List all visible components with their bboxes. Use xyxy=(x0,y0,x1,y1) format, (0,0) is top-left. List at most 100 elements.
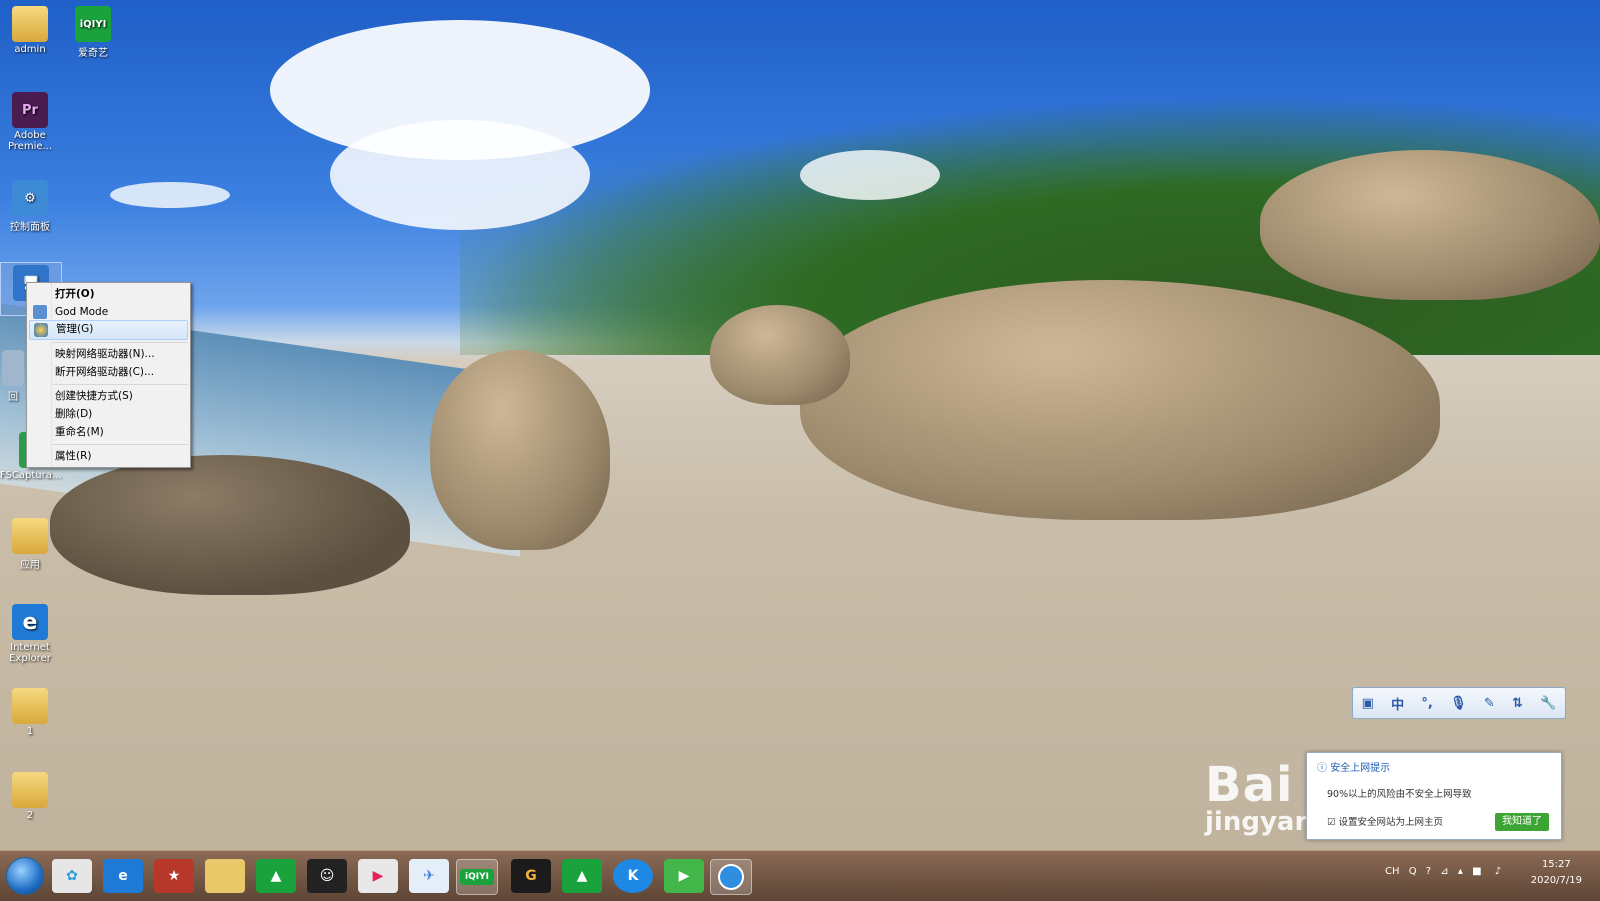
desktop-icon-control-panel[interactable]: ⚙ 控制面板 xyxy=(0,180,60,233)
taskbar-qq-icon[interactable]: ☺ xyxy=(307,859,347,893)
desktop-icon-label: Internet Explorer xyxy=(9,642,51,664)
taskbar-explorer-icon[interactable] xyxy=(205,859,245,893)
tray-volume-icon[interactable]: ♪ xyxy=(1495,866,1501,877)
desktop-icon-apps[interactable]: 应用 xyxy=(0,518,60,571)
ime-mode-toggle[interactable]: 中 xyxy=(1391,694,1404,713)
tray-help-icon[interactable]: ? xyxy=(1426,866,1431,877)
menu-item-create-shortcut[interactable]: 创建快捷方式(S) xyxy=(29,387,188,405)
menu-separator xyxy=(53,342,188,343)
taskbar-youku-icon[interactable]: ▶ xyxy=(358,859,398,893)
wallpaper-rock xyxy=(50,455,410,595)
tray-network-icon[interactable]: ⊿ xyxy=(1440,866,1448,877)
wallpaper-rock xyxy=(430,350,610,550)
taskbar-sheets-icon[interactable]: ▲ xyxy=(256,859,296,893)
taskbar-clock[interactable]: 15:27 2020/7/19 xyxy=(1531,857,1582,889)
notification-title: ⓘ 安全上网提示 xyxy=(1317,763,1391,774)
menu-item-open[interactable]: 打开(O) xyxy=(29,285,188,303)
taskbar-iqiyi-icon[interactable]: iQIYI xyxy=(456,859,498,895)
menu-item-label: God Mode xyxy=(55,306,109,318)
wallpaper-cloud xyxy=(330,120,590,230)
clock-time: 15:27 xyxy=(1541,859,1571,870)
tray-ime-lang[interactable]: CH xyxy=(1385,866,1400,877)
desktop-icon-label: 1 xyxy=(26,726,34,737)
menu-item-properties[interactable]: 属性(R) xyxy=(29,447,188,465)
desktop-icon-label: 回 xyxy=(8,392,18,403)
security-notification: ⓘ 安全上网提示 90%以上的风险由不安全上网导致 ☑ 设置安全网站为上网主页 … xyxy=(1306,752,1562,840)
tray-security-icon[interactable]: ■ xyxy=(1472,866,1481,877)
desktop-icon-label: FSCaptura... xyxy=(0,470,62,481)
ime-settings-icon[interactable]: 🔧 xyxy=(1540,696,1556,711)
menu-separator xyxy=(53,384,188,385)
notification-title-text: 安全上网提示 xyxy=(1330,763,1391,774)
taskbar-photos-icon[interactable]: ✿ xyxy=(52,859,92,893)
menu-item-label: 删除(D) xyxy=(55,408,93,420)
notification-checkbox-label: 设置安全网站为上网主页 xyxy=(1338,817,1444,828)
desktop-icon-folder-1[interactable]: 1 xyxy=(0,688,60,737)
desktop-icon-label: 控制面板 xyxy=(10,222,50,233)
folder-icon xyxy=(12,688,48,724)
menu-item-map-drive[interactable]: 映射网络驱动器(N)... xyxy=(29,345,188,363)
user-folder-icon xyxy=(12,6,48,42)
desktop-icon-label: admin xyxy=(14,44,46,55)
menu-separator xyxy=(53,444,188,445)
wallpaper-cloud xyxy=(800,150,940,200)
wallpaper-cloud xyxy=(110,182,230,208)
taskbar-feishu-icon[interactable]: ✈ xyxy=(409,859,449,893)
notification-checkbox[interactable]: ☑ 设置安全网站为上网主页 xyxy=(1327,814,1443,828)
menu-item-label: 管理(G) xyxy=(56,323,94,335)
desktop-icon-ie[interactable]: e Internet Explorer xyxy=(0,604,60,664)
desktop-icon-label: 2 xyxy=(26,810,34,821)
desktop-icon-folder-2[interactable]: 2 xyxy=(0,772,60,821)
taskbar: ✿ e ★ ▲ ☺ ▶ ✈ iQIYI G ▲ K ▶ CH Q ? ⊿ ▴ ■… xyxy=(0,850,1600,901)
iqiyi-icon: iQIYI xyxy=(75,6,111,42)
desktop-icon-recycle-bin[interactable]: 回 xyxy=(0,350,26,403)
ime-punctuation-icon[interactable]: °, xyxy=(1421,696,1432,711)
desktop-icon-label: Adobe Premie... xyxy=(7,130,53,152)
menu-item-disconnect-drive[interactable]: 断开网络驱动器(C)... xyxy=(29,363,188,381)
wallpaper-rock xyxy=(1260,150,1600,300)
start-button[interactable] xyxy=(6,857,44,895)
taskbar-ie-icon[interactable]: e xyxy=(103,859,143,893)
ime-handwrite-icon[interactable]: ✎ xyxy=(1484,696,1495,711)
menu-item-label: 重命名(M) xyxy=(55,426,104,438)
folder-icon xyxy=(12,772,48,808)
watermark-brand: Bai xyxy=(1205,757,1294,813)
shield-icon xyxy=(34,323,48,337)
clock-date: 2020/7/19 xyxy=(1530,875,1582,886)
internet-explorer-icon: e xyxy=(12,604,48,640)
notification-message: 90%以上的风险由不安全上网导致 xyxy=(1327,789,1472,800)
menu-item-delete[interactable]: 删除(D) xyxy=(29,405,188,423)
desktop-icon-premiere[interactable]: Pr Adobe Premie... xyxy=(0,92,60,152)
control-panel-icon: ⚙ xyxy=(12,180,48,216)
ime-toolbar: ▣ 中 °, 🎙 ✎ ⇅ 🔧 xyxy=(1352,687,1566,719)
menu-item-label: 属性(R) xyxy=(55,450,92,462)
apps-folder-icon xyxy=(12,518,48,554)
menu-item-manage[interactable]: 管理(G) xyxy=(29,320,188,340)
god-mode-icon xyxy=(33,305,47,319)
taskbar-browser-icon[interactable] xyxy=(710,859,752,895)
menu-item-label: 打开(O) xyxy=(55,288,95,300)
wallpaper-rock xyxy=(710,305,850,405)
taskbar-player-icon[interactable]: ▶ xyxy=(664,859,704,893)
context-menu: 打开(O) God Mode 管理(G) 映射网络驱动器(N)... 断开网络驱… xyxy=(26,282,191,468)
ime-softkbd-icon[interactable]: ⇅ xyxy=(1512,696,1523,711)
premiere-icon: Pr xyxy=(12,92,48,128)
menu-item-god-mode[interactable]: God Mode xyxy=(29,303,188,321)
taskbar-game-icon[interactable]: ★ xyxy=(154,859,194,893)
tray-qq-icon[interactable]: Q xyxy=(1409,866,1417,877)
menu-item-label: 创建快捷方式(S) xyxy=(55,390,133,402)
ime-voice-icon[interactable]: 🎙 xyxy=(1450,696,1467,711)
ime-skin-icon[interactable]: ▣ xyxy=(1362,696,1374,711)
menu-item-rename[interactable]: 重命名(M) xyxy=(29,423,188,441)
taskbar-g-app-icon[interactable]: G xyxy=(511,859,551,893)
desktop-icon-admin[interactable]: admin xyxy=(0,6,60,55)
taskbar-k-app-icon[interactable]: K xyxy=(613,859,653,893)
system-tray: CH Q ? ⊿ ▴ ■ ♪ xyxy=(1385,866,1501,877)
tray-arrow-icon[interactable]: ▴ xyxy=(1458,866,1463,877)
taskbar-sheets-2-icon[interactable]: ▲ xyxy=(562,859,602,893)
menu-item-label: 映射网络驱动器(N)... xyxy=(55,348,155,360)
recycle-bin-icon xyxy=(2,350,24,386)
notification-ok-button[interactable]: 我知道了 xyxy=(1495,813,1549,831)
desktop-icon-iqiyi[interactable]: iQIYI 爱奇艺 xyxy=(63,6,123,59)
desktop-icon-label: 应用 xyxy=(20,560,40,571)
